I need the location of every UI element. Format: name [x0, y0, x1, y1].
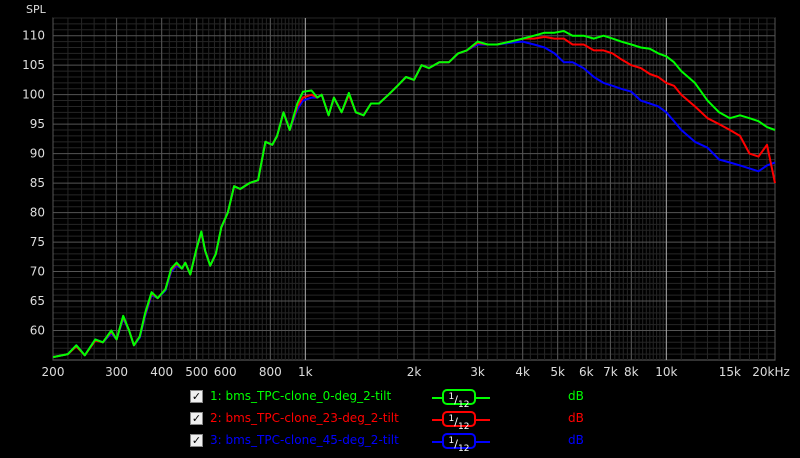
legend-row-1: ✓ 1: bms_TPC-clone_0-deg_2-tilt 1/12 dB	[190, 388, 610, 410]
series-1-smoothing-den: 12	[458, 399, 470, 410]
series-2-checkbox[interactable]: ✓	[190, 412, 203, 425]
y-axis-label: SPL	[26, 3, 47, 16]
y-tick-label: 85	[30, 176, 45, 190]
x-tick-labels: 200 300 400 500 600 800 1k 2k 3k 4k 5k 6k 7k 8k 10k 15k…	[42, 365, 790, 379]
series-2-name: 2: bms_TPC-clone_23-deg_2-tilt	[210, 411, 399, 425]
series-3-swatch-right	[476, 441, 490, 443]
x-tick-label: 7k	[603, 365, 618, 379]
x-tick-label: 5k	[550, 365, 565, 379]
y-tick-label: 60	[30, 324, 45, 338]
legend-row-2: ✓ 2: bms_TPC-clone_23-deg_2-tilt 1/12 dB	[190, 410, 610, 432]
series-2-unit: dB	[568, 411, 584, 425]
y-tick-label: 75	[30, 235, 45, 249]
series-2-swatch-right	[476, 419, 490, 421]
y-tick-label: 80	[30, 206, 45, 220]
series-3-smoothing-num: 1	[448, 436, 455, 446]
y-tick-label: 105	[22, 58, 45, 72]
y-tick-labels: 60 65 70 75 80 85 90 95 100 105 110	[22, 29, 45, 338]
series-1-checkbox[interactable]: ✓	[190, 390, 203, 403]
x-tick-label: 2k	[407, 365, 422, 379]
series-1-smoothing-button[interactable]: 1/12	[442, 389, 476, 410]
series-3-checkbox[interactable]: ✓	[190, 434, 203, 447]
x-tick-label: 3k	[470, 365, 485, 379]
x-tick-label: 20kHz	[752, 365, 790, 379]
series-3-smoothing-den: 12	[458, 443, 470, 454]
y-tick-label: 70	[30, 265, 45, 279]
series-1-name: 1: bms_TPC-clone_0-deg_2-tilt	[210, 389, 392, 403]
x-tick-label: 1k	[298, 365, 313, 379]
frequency-response-chart: 60 65 70 75 80 85 90 95 100 105 110 200 300 400 500 60…	[22, 3, 790, 379]
x-tick-label: 10k	[655, 365, 677, 379]
series-1-smoothing-num: 1	[448, 392, 455, 402]
x-tick-label: 8k	[624, 365, 639, 379]
major-grid	[52, 18, 776, 360]
y-tick-label: 95	[30, 117, 45, 131]
x-tick-label: 800	[259, 365, 282, 379]
y-tick-label: 65	[30, 294, 45, 308]
series-1-swatch-right	[476, 397, 490, 399]
series-1-unit: dB	[568, 389, 584, 403]
series-3-unit: dB	[568, 433, 584, 447]
series-2-smoothing-den: 12	[458, 421, 470, 432]
series-3-smoothing-button[interactable]: 1/12	[442, 433, 476, 454]
series-2-smoothing-button[interactable]: 1/12	[442, 411, 476, 432]
y-tick-label: 100	[22, 88, 45, 102]
x-tick-label: 600	[214, 365, 237, 379]
x-tick-label: 200	[42, 365, 65, 379]
y-tick-label: 110	[22, 29, 45, 43]
x-tick-label: 500	[185, 365, 208, 379]
series-3-name: 3: bms_TPC-clone_45-deg_2-tilt	[210, 433, 399, 447]
x-tick-label: 300	[105, 365, 128, 379]
series-2-smoothing-num: 1	[448, 414, 455, 424]
legend-row-3: ✓ 3: bms_TPC-clone_45-deg_2-tilt 1/12 dB	[190, 432, 610, 454]
x-tick-label: 6k	[579, 365, 594, 379]
x-tick-label: 15k	[719, 365, 741, 379]
x-tick-label: 4k	[515, 365, 530, 379]
x-tick-label: 400	[150, 365, 173, 379]
y-tick-label: 90	[30, 147, 45, 161]
